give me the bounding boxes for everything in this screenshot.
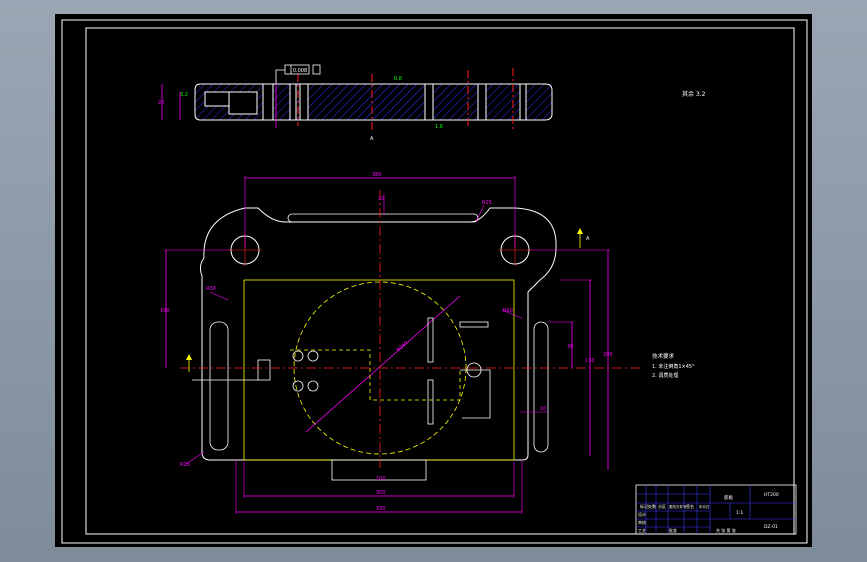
tb-scale: 1:1 [736,510,743,516]
tb-role-1: 审核 [638,519,646,525]
bottom-outer-dim: 330 [376,506,386,512]
section-pocket-step [228,91,258,115]
tb-role-0: 设计 [638,511,646,517]
right-inner-dim: 130 [585,358,595,364]
tolerance-value: 0.008 [293,68,307,74]
tb-label-1: 处数 [648,503,656,509]
section-bore-5 [477,83,487,121]
section-bore-6 [519,83,527,121]
section-bore-2 [289,83,297,121]
tb-label-5: 年月日 [699,504,710,509]
tb-drawing-no: DZ-01 [764,524,778,530]
section-bore-3 [299,83,309,121]
tb-footer: 共 张 第 张 [716,527,736,533]
tech-notes-title: 技术要求 [652,352,675,360]
tb-label-0: 标记 [640,503,648,509]
cad-window: 0.008 20 3.2 0.8 1.6 A 其余 3.2 Φ260 380 3… [0,0,867,562]
tb-part-name: 底板 [724,494,733,501]
roughness-mid: 0.8 [394,76,402,82]
tb-label-4: 签名 [686,503,694,509]
section-arrow-label: A [586,236,590,242]
right-depth-dim: 10 [540,406,546,412]
slot-dim: 10 [378,196,384,202]
left-height-dim: 20 [158,100,164,106]
tb-role-3: 批准 [669,527,677,533]
radius-left: R30 [206,286,216,292]
tb-role-2: 工艺 [638,528,646,533]
section-bore-4 [424,83,434,121]
tb-label-2: 分区 [658,503,666,509]
tb-label-3: 更改文件号 [669,504,687,509]
radius-top-right: R25 [482,200,492,206]
radius-right: R60 [503,308,513,314]
tech-note-1: 1. 未注倒角1×45° [652,363,695,370]
right-small-dim: 30 [567,344,573,350]
top-width-dim: 380 [372,172,382,178]
radius-bottom-left: R20 [180,462,190,468]
cad-drawing-canvas: 0.008 20 3.2 0.8 1.6 A 其余 3.2 Φ260 380 3… [55,14,812,547]
right-outer-dim: 200 [603,352,613,358]
section-label: A [370,136,374,142]
corner-note: 其余 3.2 [682,90,706,98]
roughness-right: 1.6 [435,124,443,130]
left-height-dim-plan: 160 [160,308,170,314]
tech-note-2: 2. 调质处理 [652,372,678,379]
bottom-inner-dim: 300 [376,490,386,496]
tb-material: HT200 [764,492,779,498]
roughness-left: 3.2 [180,92,188,98]
section-pocket-left [204,91,230,107]
groove-dim: 100 [376,476,386,482]
section-bore-1 [262,83,274,121]
